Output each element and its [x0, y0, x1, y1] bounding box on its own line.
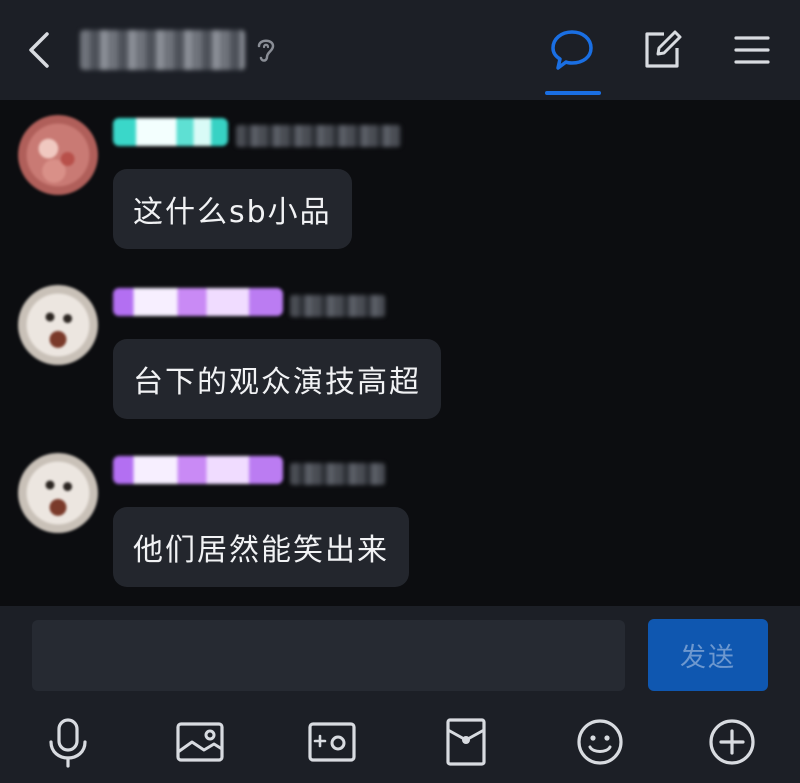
- menu-button[interactable]: [728, 26, 776, 74]
- menu-icon: [734, 36, 770, 64]
- send-button[interactable]: 发送: [648, 619, 768, 691]
- voice-button[interactable]: [42, 716, 94, 768]
- avatar[interactable]: [18, 115, 98, 195]
- chat-title: [80, 30, 245, 70]
- top-bar: [0, 0, 800, 100]
- red-packet-icon: [446, 718, 486, 766]
- tab-chat[interactable]: [548, 26, 596, 74]
- back-arrow-icon: [29, 32, 49, 68]
- video-icon: [308, 722, 356, 762]
- message-bubble[interactable]: 台下的观众演技高超: [113, 339, 441, 419]
- emoji-icon: [577, 719, 623, 765]
- chat-screen: 这什么sb小品 台下的观众演技高超 他们居然能笑出来 发送: [0, 0, 800, 783]
- active-tab-indicator: [545, 91, 601, 95]
- video-button[interactable]: [306, 716, 358, 768]
- red-packet-button[interactable]: [440, 716, 492, 768]
- plus-icon: [709, 719, 755, 765]
- compose-button[interactable]: [638, 26, 686, 74]
- message-bubble[interactable]: 这什么sb小品: [113, 169, 352, 249]
- composer-area: 发送: [0, 606, 800, 783]
- more-button[interactable]: [706, 716, 758, 768]
- back-button[interactable]: [20, 26, 60, 74]
- image-icon: [176, 722, 224, 762]
- microphone-icon: [49, 718, 87, 768]
- message-bubble[interactable]: 他们居然能笑出来: [113, 507, 409, 587]
- message-timestamp: [290, 463, 385, 485]
- avatar[interactable]: [18, 453, 98, 533]
- chat-bubble-icon: [551, 30, 593, 70]
- message-list: 这什么sb小品 台下的观众演技高超 他们居然能笑出来: [0, 100, 800, 606]
- emoji-button[interactable]: [574, 716, 626, 768]
- image-button[interactable]: [174, 716, 226, 768]
- message-timestamp: [290, 295, 385, 317]
- message-timestamp: [236, 125, 401, 147]
- avatar[interactable]: [18, 285, 98, 365]
- compose-icon: [645, 30, 682, 68]
- sender-name-badge[interactable]: [113, 118, 228, 146]
- message-input[interactable]: [32, 620, 625, 691]
- sender-name-badge[interactable]: [113, 288, 283, 316]
- hearing-icon: [257, 39, 275, 62]
- sender-name-badge[interactable]: [113, 456, 283, 484]
